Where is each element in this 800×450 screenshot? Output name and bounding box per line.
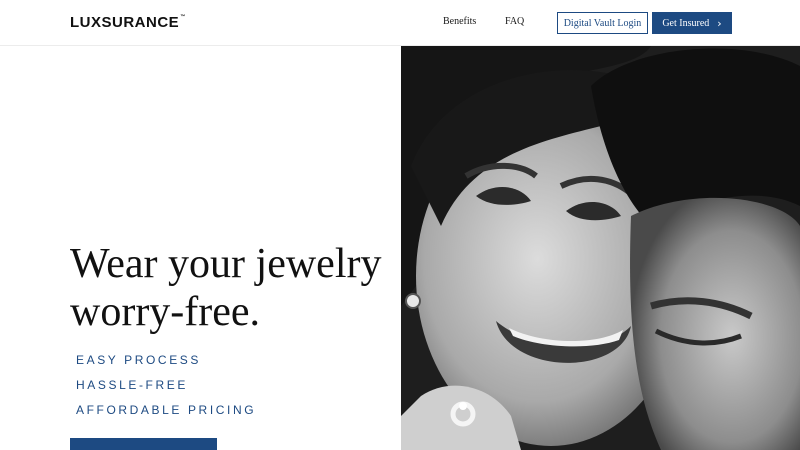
- nav-link-benefits[interactable]: Benefits: [443, 16, 476, 27]
- get-insured-button[interactable]: Get Insured ›: [652, 12, 732, 34]
- hero-headline-line2: worry-free.: [70, 289, 261, 335]
- feature-list: EASY PROCESS HASSLE-FREE AFFORDABLE PRIC…: [76, 352, 256, 427]
- nav-link-faq[interactable]: FAQ: [505, 16, 524, 27]
- logo-text: LUXSURANCE: [70, 13, 180, 31]
- feature-item: EASY PROCESS: [76, 353, 202, 367]
- brand-logo[interactable]: LUXSURANCE ™: [70, 13, 186, 31]
- trademark-symbol: ™: [180, 14, 186, 20]
- hero-headline: Wear your jewelry worry-free.: [70, 240, 400, 336]
- feature-item: HASSLE-FREE: [76, 378, 188, 392]
- hero-photo: [401, 46, 800, 450]
- digital-vault-login-button[interactable]: Digital Vault Login: [557, 12, 648, 34]
- chevron-right-icon: ›: [717, 16, 722, 30]
- hero-headline-line1: Wear your jewelry: [70, 241, 382, 287]
- digital-vault-login-label: Digital Vault Login: [563, 17, 642, 29]
- get-insured-label: Get Insured: [662, 17, 710, 29]
- couple-photo-illustration: [401, 46, 800, 450]
- feature-item: AFFORDABLE PRICING: [76, 403, 257, 417]
- site-header: LUXSURANCE ™ Benefits FAQ Digital Vault …: [0, 0, 800, 46]
- hero-cta-button[interactable]: [70, 438, 217, 450]
